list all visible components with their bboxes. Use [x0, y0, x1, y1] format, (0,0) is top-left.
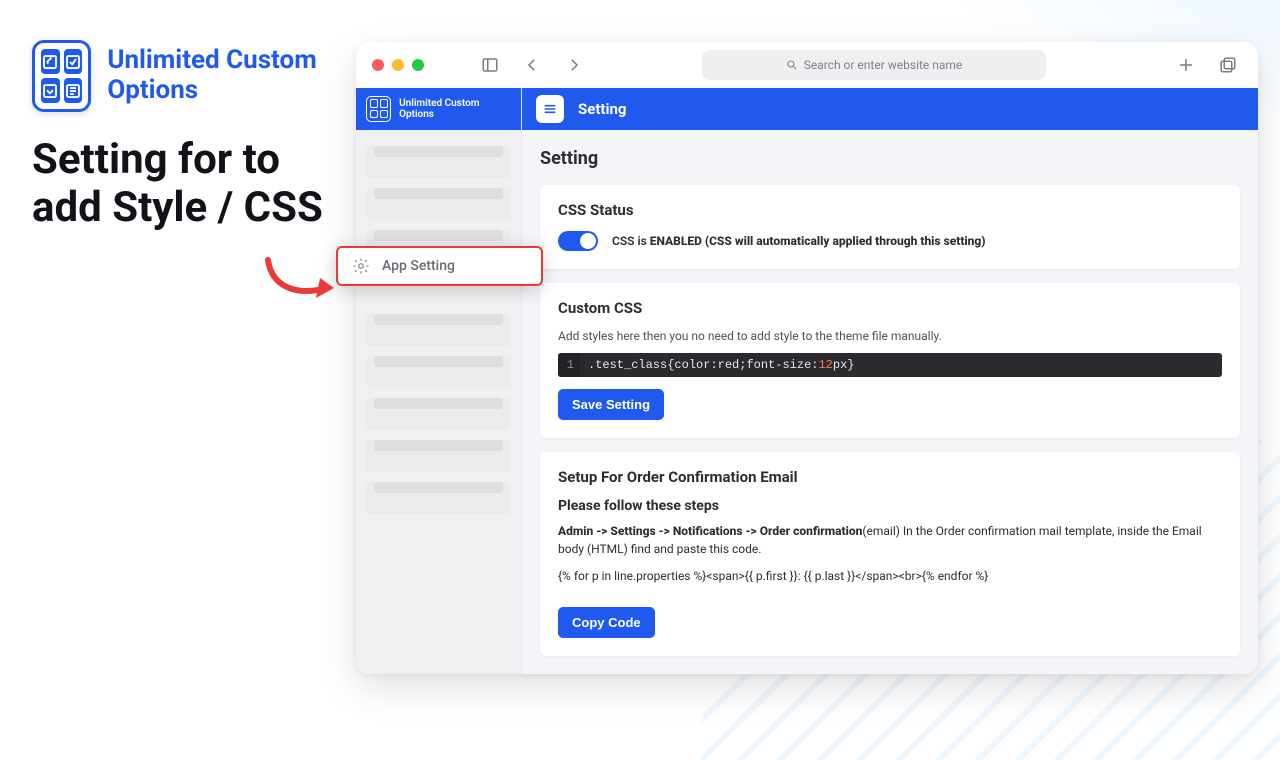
setup-path-bold: Admin -> Settings -> Notifications -> Or…	[558, 524, 862, 538]
sidebar-item-placeholder	[366, 188, 511, 220]
sidebar-item-label: App Setting	[382, 258, 455, 274]
card-title: CSS Status	[558, 201, 1222, 219]
liquid-code-snippet: {% for p in line.properties %}<span>{{ p…	[558, 569, 1222, 583]
promo-brand: Unlimited Custom Options	[107, 46, 342, 106]
sidebar-item-placeholder	[366, 356, 511, 388]
sidebar: Unlimited Custom Options	[356, 88, 522, 674]
url-bar[interactable]: Search or enter website name	[702, 50, 1046, 80]
topbar-title: Setting	[578, 100, 626, 118]
email-setup-card: Setup For Order Confirmation Email Pleas…	[540, 452, 1240, 656]
sidebar-item-app-setting[interactable]: App Setting	[336, 246, 543, 286]
page-heading: Setting	[540, 146, 1240, 171]
code-gutter: 1	[558, 353, 580, 377]
card-description: Add styles here then you no need to add …	[558, 329, 1222, 343]
app-frame: Unlimited Custom Options Setting Setting	[356, 88, 1258, 674]
sidebar-item-placeholder	[366, 314, 511, 346]
arrow-icon	[262, 254, 344, 310]
sidebar-brand: Unlimited Custom Options	[356, 88, 521, 130]
menu-toggle-button[interactable]	[536, 95, 564, 123]
sidebar-item-placeholder	[366, 482, 511, 514]
page-body: Setting CSS Status CSS is ENABLED (CSS w…	[522, 130, 1258, 674]
close-icon[interactable]	[372, 59, 384, 71]
maximize-icon[interactable]	[412, 59, 424, 71]
window-controls	[372, 59, 424, 71]
gear-icon	[352, 257, 370, 275]
custom-css-card: Custom CSS Add styles here then you no n…	[540, 283, 1240, 438]
minimize-icon[interactable]	[392, 59, 404, 71]
promo-panel: Unlimited Custom Options Setting for to …	[32, 40, 342, 233]
sidebar-item-placeholder	[366, 440, 511, 472]
sidebar-brand-label: Unlimited Custom Options	[399, 98, 511, 120]
css-status-card: CSS Status CSS is ENABLED (CSS will auto…	[540, 185, 1240, 269]
promo-logo-icon	[32, 40, 91, 112]
url-placeholder: Search or enter website name	[804, 58, 963, 72]
css-code-editor[interactable]: 1 .test_class{color:red;font-size:12px}	[558, 353, 1222, 377]
search-icon	[786, 59, 798, 71]
code-line: .test_class{color:red;font-size:12px}	[580, 353, 862, 377]
card-title: Setup For Order Confirmation Email	[558, 468, 1222, 486]
css-status-bold: ENABLED (CSS will automatically applied …	[650, 234, 986, 248]
css-status-toggle[interactable]	[558, 231, 598, 251]
content-area: Setting Setting CSS Status CSS is ENABLE…	[522, 88, 1258, 674]
sidebar-item-placeholder	[366, 146, 511, 178]
css-status-prefix: CSS is	[612, 234, 650, 248]
topbar: Setting	[522, 88, 1258, 130]
css-status-text: CSS is ENABLED (CSS will automatically a…	[612, 234, 986, 248]
card-title: Custom CSS	[558, 299, 1222, 317]
sidebar-item-placeholder	[366, 398, 511, 430]
brand-logo-icon	[366, 96, 391, 122]
save-setting-button[interactable]: Save Setting	[558, 389, 664, 420]
browser-window: Search or enter website name Unlimited C…	[356, 42, 1258, 674]
steps-heading: Please follow these steps	[558, 498, 1222, 514]
copy-code-button[interactable]: Copy Code	[558, 607, 655, 638]
setup-path-text: Admin -> Settings -> Notifications -> Or…	[558, 522, 1222, 559]
promo-heading: Setting for to add Style / CSS	[32, 136, 342, 233]
tabs-icon[interactable]	[1214, 51, 1242, 79]
nav-back-icon[interactable]	[518, 51, 546, 79]
nav-forward-icon[interactable]	[560, 51, 588, 79]
sidebar-menu	[356, 130, 521, 674]
new-tab-icon[interactable]	[1172, 51, 1200, 79]
sidebar-toggle-icon[interactable]	[476, 51, 504, 79]
browser-titlebar: Search or enter website name	[356, 42, 1258, 88]
